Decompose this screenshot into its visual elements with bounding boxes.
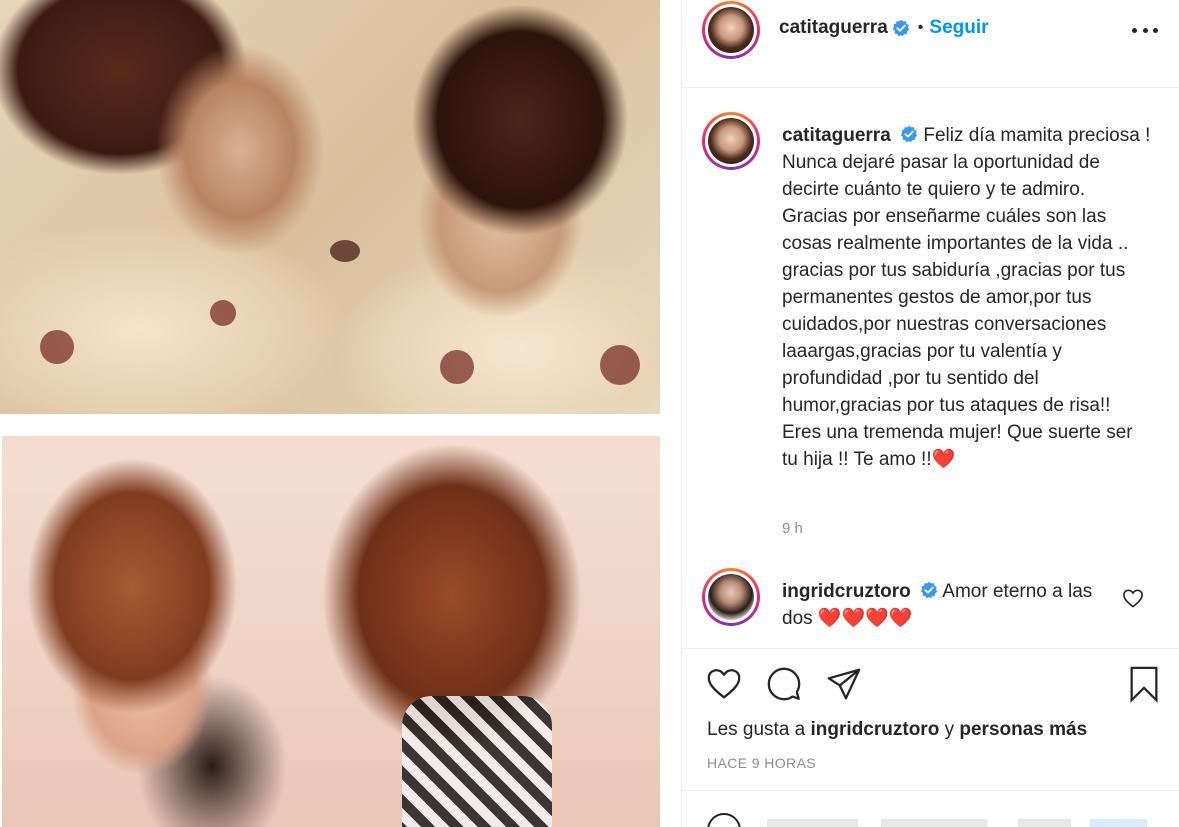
emoji-icon[interactable] xyxy=(707,813,741,827)
likes-prefix: Les gusta a xyxy=(707,719,806,740)
comment-text-block: ingridcruztoro Amor eterno a las dos ❤️❤… xyxy=(782,578,1102,632)
striped-scarf xyxy=(402,696,552,827)
commenter-username[interactable]: ingridcruztoro xyxy=(782,581,911,602)
vintage-photo-mother-daughter xyxy=(0,0,660,414)
caption-timestamp[interactable]: 9 h xyxy=(782,520,803,537)
likes-user-link[interactable]: ingridcruztoro xyxy=(811,719,940,740)
dress-flower-pattern xyxy=(600,345,640,385)
verified-badge-icon xyxy=(892,19,909,37)
commenter-avatar[interactable] xyxy=(702,568,760,626)
add-comment-bar xyxy=(682,790,1179,827)
verified-badge-icon xyxy=(900,125,918,143)
caption-author-avatar[interactable] xyxy=(702,112,760,170)
separator-dot: • xyxy=(917,19,924,36)
post-header: catitaguerra • Seguir xyxy=(682,0,1179,88)
caption-text-block: catitaguerra Feliz día mamita preciosa !… xyxy=(782,122,1152,473)
comment-input-cropped[interactable] xyxy=(767,819,1147,827)
post-media[interactable] xyxy=(0,0,681,827)
flower-held-icon xyxy=(330,240,360,262)
dress-flower-pattern xyxy=(440,350,474,384)
bookmark-icon[interactable] xyxy=(1125,665,1163,703)
author-avatar[interactable] xyxy=(702,1,760,59)
share-icon[interactable] xyxy=(825,665,863,703)
comment-heart-icon[interactable] xyxy=(1122,588,1144,608)
likes-conjunction: y xyxy=(944,719,955,740)
header-username-row: catitaguerra • Seguir xyxy=(779,17,989,39)
red-hearts-emoji: ❤️❤️❤️❤️ xyxy=(817,608,913,629)
dress-flower-pattern xyxy=(40,330,74,364)
red-heart-emoji: ❤️ xyxy=(931,449,956,470)
follow-button[interactable]: Seguir xyxy=(929,17,988,39)
more-options-icon[interactable] xyxy=(1132,28,1158,36)
caption-body: Feliz día mamita preciosa ! Nunca dejaré… xyxy=(782,125,1151,470)
heart-icon[interactable] xyxy=(705,665,743,703)
photo-laughing-women xyxy=(2,436,660,827)
likes-summary: Les gusta a ingridcruztoro y personas má… xyxy=(707,719,1087,741)
post-date[interactable]: HACE 9 HORAS xyxy=(707,755,816,771)
comment-icon[interactable] xyxy=(765,665,803,703)
caption-username[interactable]: catitaguerra xyxy=(782,125,891,146)
post-side-panel: catitaguerra • Seguir catitaguerra Feliz… xyxy=(681,0,1179,827)
dress-flower-pattern xyxy=(210,300,236,326)
likes-others-link[interactable]: personas más xyxy=(959,719,1087,740)
verified-badge-icon xyxy=(920,581,938,599)
author-username[interactable]: catitaguerra xyxy=(779,17,888,39)
